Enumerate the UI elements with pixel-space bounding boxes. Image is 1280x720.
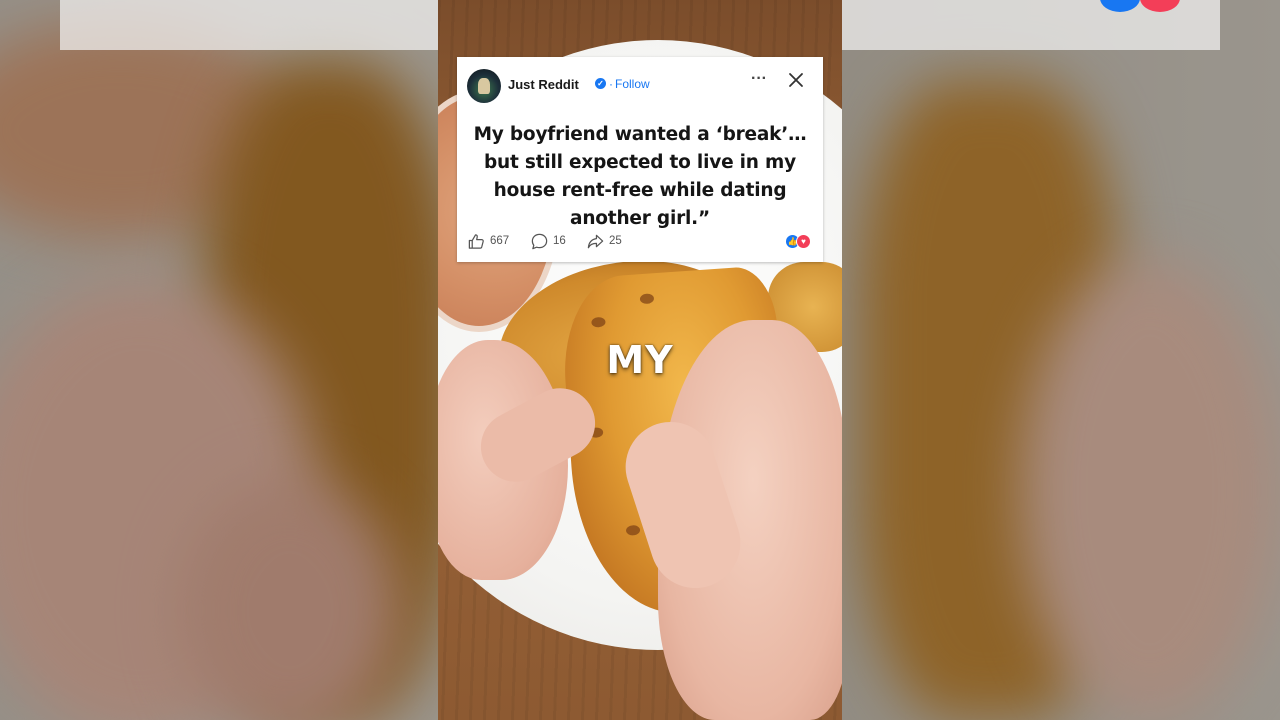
bg-ghost-like-dot bbox=[1100, 0, 1140, 12]
reaction-icons[interactable]: 👍 ♥ bbox=[785, 234, 813, 249]
video-caption: MY bbox=[606, 338, 674, 382]
comment-count: 16 bbox=[553, 235, 566, 247]
share-arrow-icon bbox=[587, 234, 604, 248]
avatar-figure bbox=[478, 78, 490, 94]
like-button[interactable]: 667 bbox=[467, 231, 509, 251]
crisp-spot bbox=[625, 524, 641, 536]
verified-badge-icon: ✓ bbox=[595, 78, 606, 89]
bg-card-ghost-right bbox=[842, 0, 1220, 50]
like-count: 667 bbox=[490, 235, 510, 247]
crisp-spot bbox=[639, 293, 655, 305]
post-header: Just Reddit ✓ · Follow ··· bbox=[467, 69, 813, 105]
post-card: Just Reddit ✓ · Follow ··· My boyfriend … bbox=[457, 57, 823, 262]
comment-bubble-icon bbox=[531, 233, 548, 249]
post-actions: 667 16 25 👍 ♥ bbox=[467, 231, 813, 251]
comment-button[interactable]: 16 bbox=[530, 231, 566, 251]
crisp-spot bbox=[591, 316, 606, 328]
author-name[interactable]: Just Reddit bbox=[508, 77, 579, 92]
separator-dot: · bbox=[609, 77, 613, 91]
thumbs-up-icon bbox=[468, 233, 484, 249]
share-button[interactable]: 25 bbox=[586, 231, 622, 251]
love-reaction-icon: ♥ bbox=[796, 234, 811, 249]
more-dots-icon[interactable]: ··· bbox=[751, 70, 767, 88]
share-count: 25 bbox=[609, 235, 622, 247]
bg-ghost-love-dot bbox=[1140, 0, 1180, 12]
avatar[interactable] bbox=[467, 69, 501, 103]
close-icon[interactable] bbox=[787, 71, 805, 89]
post-text: My boyfriend wanted a ‘break’… but still… bbox=[473, 124, 807, 229]
bg-card-ghost-left bbox=[60, 0, 438, 50]
follow-button[interactable]: Follow bbox=[615, 77, 650, 91]
